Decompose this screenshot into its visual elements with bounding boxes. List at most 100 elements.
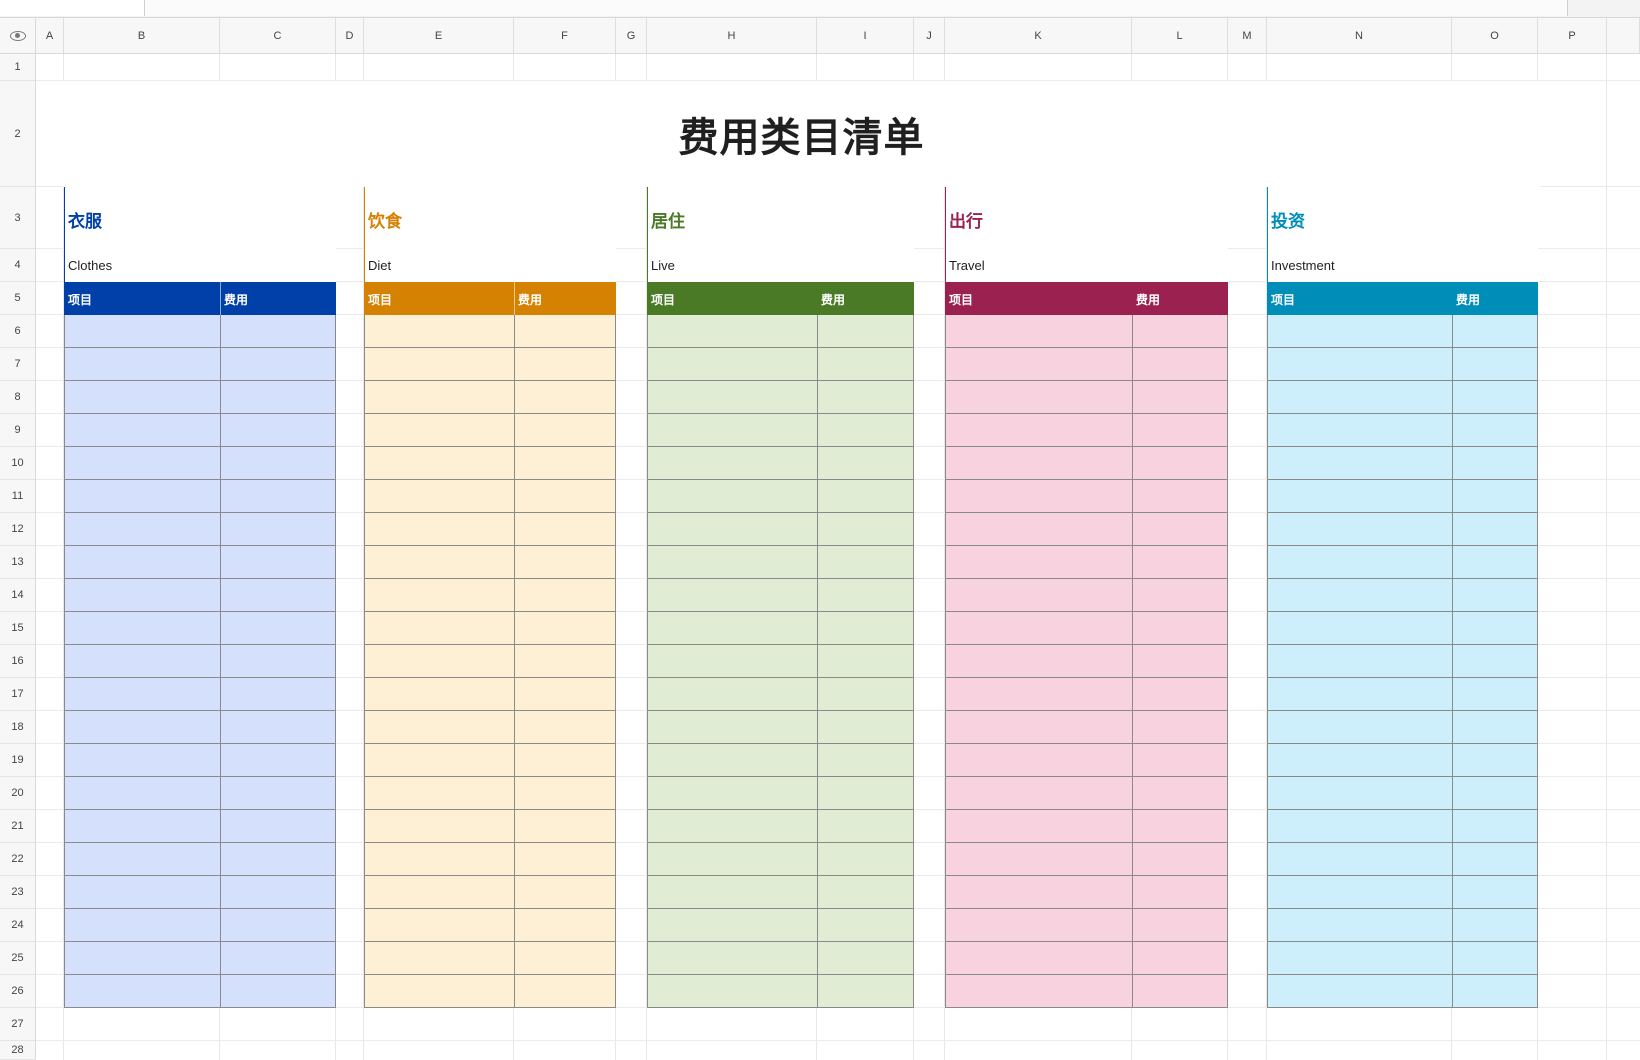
row-header-7[interactable]: 7 [0, 348, 36, 381]
column-header-j[interactable]: J [914, 18, 945, 54]
row-header-8[interactable]: 8 [0, 381, 36, 414]
row-header-20[interactable]: 20 [0, 777, 36, 810]
table-row-divider [1268, 677, 1537, 678]
table-row-divider [648, 545, 913, 546]
table-row-divider [648, 578, 913, 579]
row-header-16[interactable]: 16 [0, 645, 36, 678]
table-row-divider [1268, 842, 1537, 843]
row-header-13[interactable]: 13 [0, 546, 36, 579]
row-header-3[interactable]: 3 [0, 187, 36, 249]
table-row-divider [1268, 380, 1537, 381]
table-column-divider [514, 315, 515, 1007]
header-item-label: 项目 [368, 293, 393, 307]
table-row-divider [946, 413, 1227, 414]
column-header-i[interactable]: I [817, 18, 914, 54]
row-header-14[interactable]: 14 [0, 579, 36, 612]
row-header-2[interactable]: 2 [0, 81, 36, 187]
row-header-1[interactable]: 1 [0, 54, 36, 81]
table-row-divider [648, 743, 913, 744]
live-block-header [647, 187, 914, 282]
table-column-divider [1452, 315, 1453, 1007]
name-box[interactable] [0, 0, 145, 16]
table-row-divider [365, 710, 615, 711]
table-row-divider [65, 842, 335, 843]
select-all-corner[interactable] [0, 18, 36, 54]
table-row-divider [65, 545, 335, 546]
table-row-divider [946, 809, 1227, 810]
table-row-divider [648, 380, 913, 381]
table-row-divider [1268, 545, 1537, 546]
column-header-k[interactable]: K [945, 18, 1132, 54]
table-row-divider [65, 446, 335, 447]
clothes-table-body[interactable] [64, 315, 336, 1008]
clothes-category-title: 衣服 [68, 212, 102, 231]
table-row-divider [648, 974, 913, 975]
table-row-divider [1268, 413, 1537, 414]
row-header-6[interactable]: 6 [0, 315, 36, 348]
row-header-9[interactable]: 9 [0, 414, 36, 447]
row-header-23[interactable]: 23 [0, 876, 36, 909]
table-row-divider [648, 413, 913, 414]
table-row-divider [946, 545, 1227, 546]
row-header-25[interactable]: 25 [0, 942, 36, 975]
column-header-c[interactable]: C [220, 18, 336, 54]
table-row-divider [1268, 809, 1537, 810]
column-header-f[interactable]: F [514, 18, 616, 54]
travel-table-body[interactable] [945, 315, 1228, 1008]
column-header-g[interactable]: G [616, 18, 647, 54]
table-row-divider [648, 776, 913, 777]
table-row-divider [648, 842, 913, 843]
column-header-l[interactable]: L [1132, 18, 1228, 54]
investment-table-body[interactable] [1267, 315, 1538, 1008]
row-header-27[interactable]: 27 [0, 1008, 36, 1041]
diet-table-body[interactable] [364, 315, 616, 1008]
header-item-label: 项目 [68, 293, 93, 307]
formula-input[interactable] [145, 0, 1568, 16]
row-header-28[interactable]: 28 [0, 1041, 36, 1060]
row-header-24[interactable]: 24 [0, 909, 36, 942]
table-row-divider [65, 380, 335, 381]
column-header-h[interactable]: H [647, 18, 817, 54]
header-cost-label: 费用 [518, 293, 543, 307]
table-row-divider [946, 908, 1227, 909]
column-header-m[interactable]: M [1228, 18, 1267, 54]
column-header-a[interactable]: A [36, 18, 64, 54]
page-title: 费用类目清单 [678, 116, 925, 160]
row-header-10[interactable]: 10 [0, 447, 36, 480]
table-row-divider [65, 710, 335, 711]
table-row-divider [365, 413, 615, 414]
column-header-e[interactable]: E [364, 18, 514, 54]
table-row-divider [1268, 776, 1537, 777]
row-header-19[interactable]: 19 [0, 744, 36, 777]
row-header-15[interactable]: 15 [0, 612, 36, 645]
table-row-divider [65, 743, 335, 744]
row-header-12[interactable]: 12 [0, 513, 36, 546]
column-header-d[interactable]: D [336, 18, 364, 54]
row-header-11[interactable]: 11 [0, 480, 36, 513]
table-row-divider [65, 908, 335, 909]
column-header-n[interactable]: N [1267, 18, 1452, 54]
table-row-divider [365, 347, 615, 348]
table-row-divider [946, 347, 1227, 348]
row-header-5[interactable]: 5 [0, 282, 36, 315]
row-header-18[interactable]: 18 [0, 711, 36, 744]
row-header-4[interactable]: 4 [0, 249, 36, 282]
table-column-divider [817, 315, 818, 1007]
table-row-divider [946, 677, 1227, 678]
column-header-overflow[interactable] [1607, 18, 1640, 54]
eye-icon[interactable] [9, 30, 26, 41]
column-header-p[interactable]: P [1538, 18, 1607, 54]
table-row-divider [65, 644, 335, 645]
table-row-divider [946, 743, 1227, 744]
table-row-divider [365, 941, 615, 942]
row-header-22[interactable]: 22 [0, 843, 36, 876]
live-table-body[interactable] [647, 315, 914, 1008]
travel-table-header: 项目 费用 [945, 282, 1228, 315]
column-header-o[interactable]: O [1452, 18, 1538, 54]
table-row-divider [65, 347, 335, 348]
row-header-21[interactable]: 21 [0, 810, 36, 843]
table-row-divider [365, 545, 615, 546]
column-header-b[interactable]: B [64, 18, 220, 54]
row-header-26[interactable]: 26 [0, 975, 36, 1008]
row-header-17[interactable]: 17 [0, 678, 36, 711]
